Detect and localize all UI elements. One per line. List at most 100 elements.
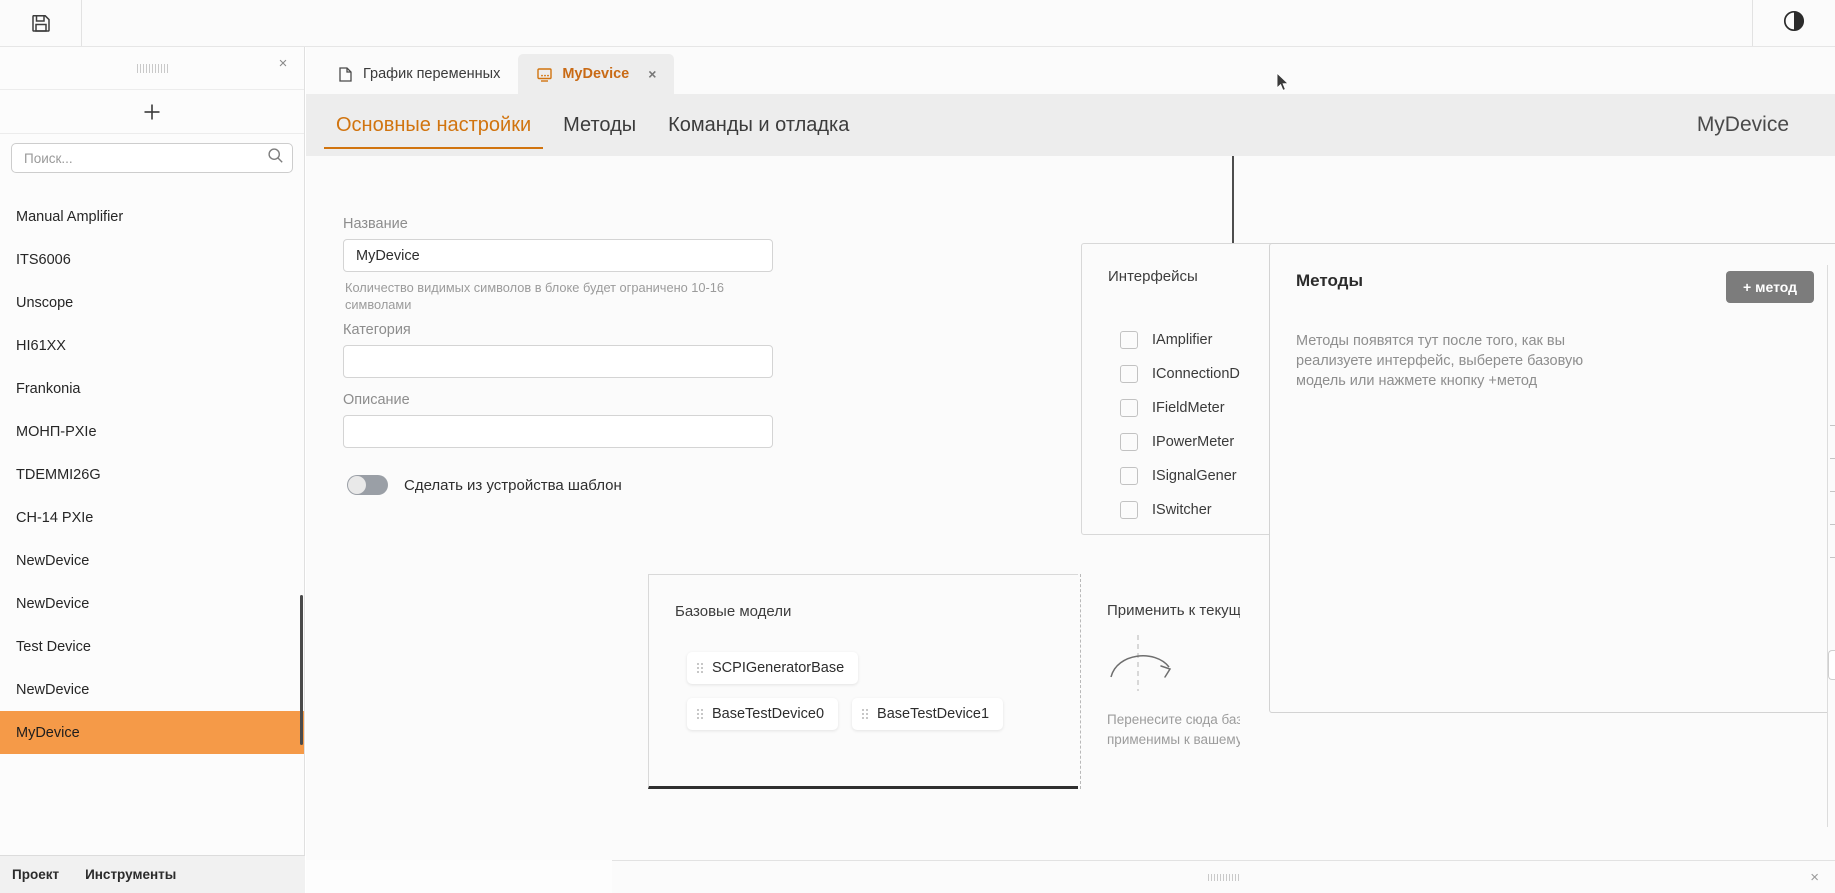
device-list-item-label: Manual Amplifier xyxy=(16,208,124,225)
status-close-button[interactable]: × xyxy=(1810,869,1819,886)
sidebar-close-button[interactable]: × xyxy=(274,55,292,73)
interface-checkbox[interactable] xyxy=(1120,467,1138,485)
dropzone-title: Применить к текущ xyxy=(1107,602,1240,619)
device-list-item[interactable]: NewDevice xyxy=(0,668,304,711)
device-list-item-label: NewDevice xyxy=(16,595,90,612)
sub-tab-0[interactable]: Основные настройки xyxy=(320,94,547,156)
apply-dropzone[interactable]: Применить к текущ Перенесите сюда базо п… xyxy=(1080,574,1240,789)
base-model-chip[interactable]: BaseTestDevice0 xyxy=(687,698,839,730)
base-model-chip-label: SCPIGeneratorBase xyxy=(712,660,845,676)
search-input[interactable] xyxy=(24,150,267,166)
template-toggle[interactable] xyxy=(347,475,388,495)
search-icon[interactable] xyxy=(267,147,284,169)
save-button[interactable] xyxy=(0,0,82,46)
device-list-item[interactable]: ITS6006 xyxy=(0,238,304,281)
interface-label: ISwitcher xyxy=(1152,502,1212,518)
sidebar-scrollbar[interactable] xyxy=(300,595,303,745)
tab-label: График переменных xyxy=(363,66,501,82)
edge-input-sliver[interactable] xyxy=(1828,650,1835,680)
device-list-item[interactable]: Unscope xyxy=(0,281,304,324)
tab-bar: График переменных MyDevice × xyxy=(306,47,1835,94)
device-list-item[interactable]: NewDevice xyxy=(0,539,304,582)
search-field[interactable] xyxy=(11,143,293,173)
footer-tab-tools[interactable]: Инструменты xyxy=(85,867,176,882)
sub-tab-1[interactable]: Методы xyxy=(547,94,652,156)
tab-close-icon[interactable]: × xyxy=(648,66,656,82)
base-models-title: Базовые модели xyxy=(675,603,792,620)
device-list-item-label: TDEMMI26G xyxy=(16,466,101,483)
document-icon xyxy=(337,66,354,83)
device-list-item[interactable]: NewDevice xyxy=(0,582,304,625)
device-list-item-label: MyDevice xyxy=(16,724,80,741)
interfaces-title: Интерфейсы xyxy=(1108,268,1198,285)
base-model-chip[interactable]: BaseTestDevice1 xyxy=(852,698,1004,730)
interface-label: ISignalGener xyxy=(1152,468,1237,484)
tab-MyDevice[interactable]: MyDevice × xyxy=(518,54,675,94)
methods-title: Методы xyxy=(1296,271,1363,290)
device-list-item[interactable]: Manual Amplifier xyxy=(0,195,304,238)
device-list-item[interactable]: Test Device xyxy=(0,625,304,668)
device-form: Название MyDevice Количество видимых сим… xyxy=(343,216,773,495)
dropzone-hint-line1: Перенесите сюда базо xyxy=(1107,712,1240,727)
interface-label: IAmplifier xyxy=(1152,332,1213,348)
device-list-item[interactable]: Frankonia xyxy=(0,367,304,410)
interfaces-panel: Интерфейсы IAmplifier IConnectionD IFieldM… xyxy=(1081,243,1296,535)
device-list-item-label: МОНП-PXIe xyxy=(16,423,97,440)
interface-checkbox[interactable] xyxy=(1120,399,1138,417)
add-method-button[interactable]: + метод xyxy=(1726,271,1814,303)
name-input[interactable]: MyDevice xyxy=(343,239,773,272)
device-list-item[interactable]: MyDevice xyxy=(0,711,304,754)
interface-checkbox[interactable] xyxy=(1120,365,1138,383)
name-label: Название xyxy=(343,216,408,232)
name-help-text: Количество видимых символов в блоке буде… xyxy=(345,280,725,312)
base-models-panel: Базовые модели SCPIGeneratorBase BaseTest… xyxy=(648,574,1078,789)
base-model-chip[interactable]: SCPIGeneratorBase xyxy=(687,652,859,684)
device-list-item[interactable]: МОНП-PXIe xyxy=(0,410,304,453)
search-container xyxy=(0,134,304,181)
sidebar: × Manual Amplifier ITS6006 Unscope HI61XX Fr… xyxy=(0,47,305,893)
base-model-chip-label: BaseTestDevice0 xyxy=(712,706,825,722)
category-input[interactable] xyxy=(343,345,773,378)
tab-График переменных[interactable]: График переменных xyxy=(319,54,518,94)
base-model-chip-label: BaseTestDevice1 xyxy=(877,706,990,722)
settings-canvas: Название MyDevice Количество видимых сим… xyxy=(306,156,1835,860)
theme-contrast-icon xyxy=(1783,10,1805,37)
device-list-item[interactable]: HI61XX xyxy=(0,324,304,367)
theme-toggle-button[interactable] xyxy=(1753,0,1835,46)
category-label: Категория xyxy=(343,322,411,338)
interface-label: IPowerMeter xyxy=(1152,434,1235,450)
mouse-cursor xyxy=(1276,71,1290,97)
right-edge-panel xyxy=(1827,265,1835,827)
device-list-item[interactable] xyxy=(0,181,304,195)
device-list-item[interactable]: CH-14 PXIe xyxy=(0,496,304,539)
page-title: MyDevice xyxy=(1696,113,1789,136)
drag-grip-icon[interactable] xyxy=(697,663,703,673)
footer-tab-project[interactable]: Проект xyxy=(12,867,59,882)
status-drag-handle[interactable] xyxy=(1208,873,1239,881)
methods-header: Методы + метод xyxy=(1270,244,1835,303)
sub-tab-2[interactable]: Команды и отладка xyxy=(652,94,865,156)
device-list-item-label: ITS6006 xyxy=(16,251,71,268)
device-list-item-label: NewDevice xyxy=(16,552,90,569)
interface-checkbox[interactable] xyxy=(1120,501,1138,519)
add-device-button[interactable] xyxy=(0,90,304,134)
device-list-item[interactable]: TDEMMI26G xyxy=(0,453,304,496)
drag-grip-icon[interactable] xyxy=(697,709,703,719)
methods-empty-text: Методы появятся тут после того, как вы р… xyxy=(1296,333,1584,389)
interface-checkbox[interactable] xyxy=(1120,433,1138,451)
device-list[interactable]: Manual Amplifier ITS6006 Unscope HI61XX Fran… xyxy=(0,181,304,855)
interface-label: IFieldMeter xyxy=(1152,400,1225,416)
device-list-item-label: HI61XX xyxy=(16,337,66,354)
drag-grip-icon[interactable] xyxy=(862,709,869,719)
device-list-item-label: Frankonia xyxy=(16,380,81,397)
template-toggle-label: Сделать из устройства шаблон xyxy=(404,476,622,494)
status-bar: × xyxy=(612,860,1835,893)
base-models-chip-list: SCPIGeneratorBase BaseTestDevice0 BaseTest… xyxy=(649,620,1078,730)
description-input[interactable] xyxy=(343,415,773,448)
sidebar-drag-handle[interactable] xyxy=(136,63,168,73)
device-list-item-label: Test Device xyxy=(16,638,91,655)
device-list-item-label: NewDevice xyxy=(16,681,90,698)
plus-icon xyxy=(141,101,163,123)
interface-checkbox[interactable] xyxy=(1120,331,1138,349)
device-list-item-label: CH-14 PXIe xyxy=(16,509,94,526)
